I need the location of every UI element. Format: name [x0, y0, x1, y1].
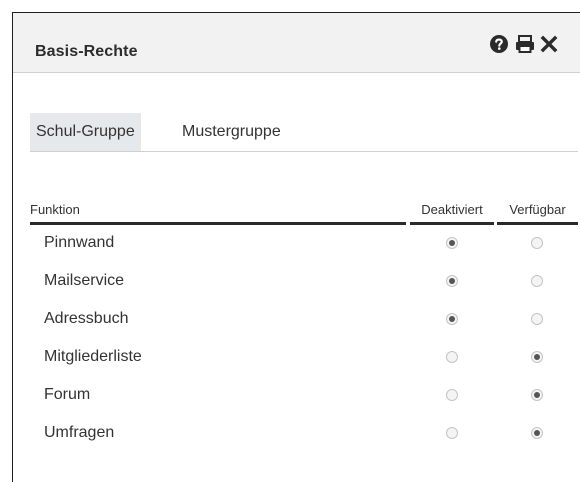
function-label: Forum: [44, 386, 91, 403]
function-label: Pinnwand: [44, 234, 115, 251]
function-label: Umfragen: [44, 424, 115, 441]
group-label: Schul-Gruppe: [30, 113, 141, 151]
radio-deactivated[interactable]: [446, 427, 458, 439]
table-row: Forum: [30, 377, 578, 415]
table-row: Adressbuch: [30, 301, 578, 339]
radio-deactivated[interactable]: [446, 389, 458, 401]
radio-available[interactable]: [531, 275, 543, 287]
radio-available[interactable]: [531, 237, 543, 249]
close-icon[interactable]: [539, 33, 561, 55]
header-available: Verfügbar: [497, 201, 578, 225]
radio-available[interactable]: [531, 351, 543, 363]
function-label: Mitgliederliste: [44, 348, 142, 365]
table-header: Funktion Deaktiviert Verfügbar: [30, 201, 578, 225]
header-function: Funktion: [30, 201, 406, 225]
table-row: Pinnwand: [30, 225, 578, 263]
radio-deactivated[interactable]: [446, 313, 458, 325]
print-icon[interactable]: [514, 33, 536, 55]
titlebar-actions: [489, 32, 564, 56]
table-row: Mailservice: [30, 263, 578, 301]
function-label: Adressbuch: [44, 310, 129, 327]
rights-dialog: Basis-Rechte Schul-Gruppe Mustergruppe F…: [12, 12, 580, 482]
radio-available[interactable]: [531, 427, 543, 439]
radio-available[interactable]: [531, 313, 543, 325]
table-row: Mitgliederliste: [30, 339, 578, 377]
group-name: Mustergruppe: [182, 123, 281, 140]
dialog-titlebar: Basis-Rechte: [13, 13, 580, 73]
table-row: Umfragen: [30, 415, 578, 453]
group-row: Schul-Gruppe Mustergruppe: [30, 113, 578, 152]
header-deactivated: Deaktiviert: [410, 201, 494, 225]
radio-deactivated[interactable]: [446, 237, 458, 249]
radio-deactivated[interactable]: [446, 275, 458, 287]
dialog-title: Basis-Rechte: [35, 43, 138, 60]
rights-table: Funktion Deaktiviert Verfügbar Pinnwand …: [30, 201, 578, 453]
help-icon[interactable]: [489, 33, 511, 55]
function-label: Mailservice: [44, 272, 125, 289]
radio-available[interactable]: [531, 389, 543, 401]
radio-deactivated[interactable]: [446, 351, 458, 363]
